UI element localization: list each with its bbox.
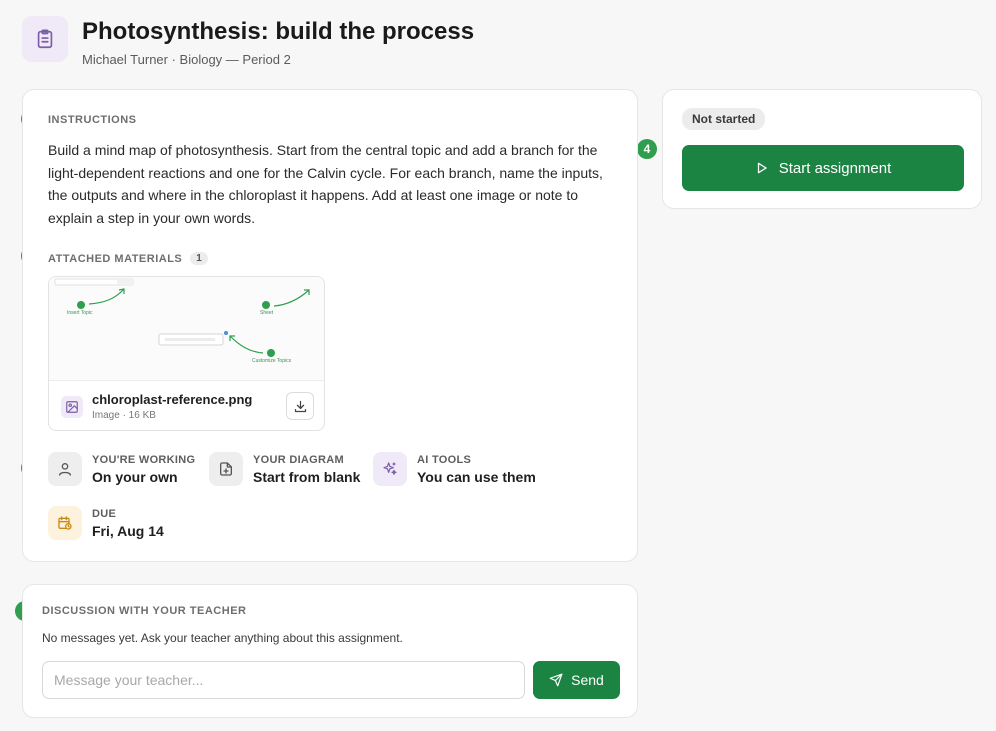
- page-header: Photosynthesis: build the process Michae…: [22, 16, 474, 67]
- start-assignment-button[interactable]: Start assignment: [682, 145, 964, 191]
- materials-count-badge: 1: [190, 252, 209, 265]
- ai-tools-label: AI TOOLS: [417, 454, 472, 466]
- attachment-footer: chloroplast-reference.png Image · 16 KB: [49, 381, 324, 430]
- image-icon: [61, 396, 83, 418]
- sparkles-icon: [373, 452, 407, 486]
- calendar-clock-icon: [48, 506, 82, 540]
- discussion-card: DISCUSSION WITH YOUR TEACHER No messages…: [22, 584, 638, 718]
- attachment-meta: Image · 16 KB: [92, 410, 156, 421]
- ai-tools-value: You can use them: [417, 469, 536, 485]
- send-label: Send: [571, 672, 604, 688]
- discussion-empty-message: No messages yet. Ask your teacher anythi…: [42, 631, 403, 645]
- send-icon: [549, 673, 563, 687]
- materials-heading: ATTACHED MATERIALS 1: [48, 252, 209, 265]
- working-label: YOU'RE WORKING: [92, 454, 196, 466]
- attachment-filename[interactable]: chloroplast-reference.png: [92, 392, 252, 407]
- materials-heading-label: ATTACHED MATERIALS: [48, 253, 183, 265]
- instructions-heading: INSTRUCTIONS: [48, 114, 137, 126]
- new-file-icon: [209, 452, 243, 486]
- status-badge: Not started: [682, 108, 766, 130]
- download-button[interactable]: [286, 392, 314, 420]
- page-subtitle: Michael Turner · Biology — Period 2: [82, 52, 291, 67]
- download-icon: [294, 400, 306, 412]
- due-label: DUE: [92, 508, 117, 520]
- diagram-mode: YOUR DIAGRAM Start from blank: [209, 452, 360, 486]
- thumbnail-preview-graphic: [54, 278, 310, 357]
- diagram-label: YOUR DIAGRAM: [253, 454, 344, 466]
- send-button[interactable]: Send: [533, 661, 620, 699]
- thumbnail-label-sheet: Sheet: [260, 310, 274, 316]
- attachment-card[interactable]: Insert Topic Sheet Customize Topics chlo…: [48, 276, 325, 431]
- clipboard-icon: [22, 16, 68, 62]
- thumbnail-label-customize: Customize Topics: [252, 358, 292, 364]
- status-card: Not started Start assignment: [662, 89, 982, 209]
- due-date: DUE Fri, Aug 14: [48, 506, 164, 540]
- thumbnail-label-insert-topic: Insert Topic: [67, 310, 93, 316]
- working-value: On your own: [92, 469, 178, 485]
- working-mode: YOU'RE WORKING On your own: [48, 452, 195, 486]
- discussion-heading: DISCUSSION WITH YOUR TEACHER: [42, 605, 247, 617]
- attachment-thumbnail[interactable]: Insert Topic Sheet Customize Topics: [49, 277, 324, 381]
- person-icon: [48, 452, 82, 486]
- due-value: Fri, Aug 14: [92, 523, 164, 539]
- play-icon: [757, 162, 767, 174]
- diagram-value: Start from blank: [253, 469, 361, 485]
- start-assignment-label: Start assignment: [778, 159, 892, 177]
- message-input[interactable]: [42, 661, 525, 699]
- assignment-details-card: INSTRUCTIONS Build a mind map of photosy…: [22, 89, 638, 562]
- instructions-text: Build a mind map of photosynthesis. Star…: [48, 142, 603, 226]
- step-marker-4: 4: [637, 139, 657, 159]
- page-title: Photosynthesis: build the process: [82, 18, 475, 45]
- ai-tools: AI TOOLS You can use them: [373, 452, 536, 486]
